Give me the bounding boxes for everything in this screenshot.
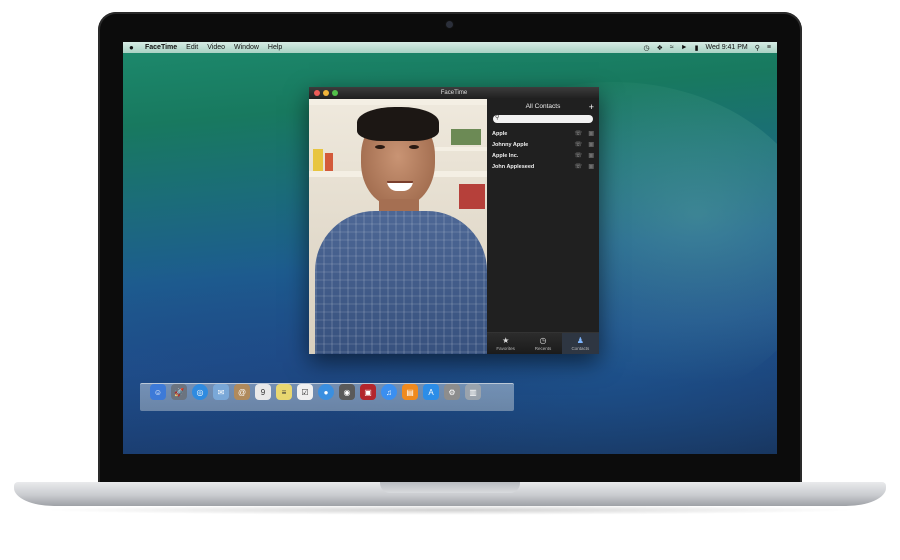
- app-store-icon[interactable]: A: [423, 384, 439, 400]
- phone-icon[interactable]: ☏: [574, 140, 582, 151]
- panel-title: All Contacts: [525, 103, 561, 110]
- status-area: ◷ ❖ ≈ ► ▮ Wed 9:41 PM ⚲ ≡: [643, 44, 777, 52]
- system-preferences-icon[interactable]: ⚙: [444, 384, 460, 400]
- menu-bar: ● FaceTime Edit Video Window Help ◷ ❖ ≈ …: [123, 42, 777, 53]
- contact-name: John Appleseed: [492, 164, 535, 170]
- menu-facetime[interactable]: FaceTime: [145, 42, 177, 53]
- contact-row[interactable]: Apple ☏ ▣: [487, 129, 599, 140]
- contact-row[interactable]: John Appleseed ☏ ▣: [487, 162, 599, 173]
- video-camera-icon[interactable]: ▣: [588, 140, 594, 151]
- contact-list: Apple ☏ ▣ Johnny Apple ☏ ▣ Apple Inc. ☏ …: [487, 129, 599, 173]
- search-input[interactable]: ⚲: [493, 115, 593, 123]
- clock-icon: ◷: [539, 336, 547, 345]
- video-camera-icon[interactable]: ▣: [588, 129, 594, 140]
- panel-header: All Contacts +: [487, 99, 599, 115]
- minimize-icon[interactable]: [323, 90, 329, 96]
- finder-icon[interactable]: ☺: [150, 384, 166, 400]
- menu-clock[interactable]: Wed 9:41 PM: [705, 44, 747, 51]
- tab-label: Favorites: [496, 346, 515, 351]
- contact-name: Apple Inc.: [492, 153, 519, 159]
- zoom-icon[interactable]: [332, 90, 338, 96]
- laptop-shadow: [40, 505, 860, 515]
- window-titlebar[interactable]: FaceTime: [309, 87, 599, 99]
- battery-icon[interactable]: ▮: [695, 44, 699, 52]
- menu-window[interactable]: Window: [234, 42, 259, 53]
- trash-icon[interactable]: ▥: [465, 384, 481, 400]
- video-camera-icon[interactable]: ▣: [588, 162, 594, 173]
- person-hair: [357, 107, 439, 141]
- spotlight-icon[interactable]: ⚲: [755, 44, 760, 52]
- reminders-icon[interactable]: ☑: [297, 384, 313, 400]
- tab-label: Contacts: [571, 346, 590, 351]
- dock-icons: ☺ 🚀 ◎ ✉ @9 ≡ ☑ ● ◉ ▣ ♫ ▤ A ⚙ ▥: [150, 384, 510, 404]
- person-icon: ♟: [576, 336, 584, 345]
- contacts-icon[interactable]: @: [234, 384, 250, 400]
- launchpad-icon[interactable]: 🚀: [171, 384, 187, 400]
- contact-row[interactable]: Apple Inc. ☏ ▣: [487, 151, 599, 162]
- menu-help[interactable]: Help: [268, 42, 282, 53]
- contacts-panel: All Contacts + ⚲ Apple ☏ ▣ Johnny Apple …: [487, 99, 599, 354]
- messages-icon[interactable]: ●: [318, 384, 334, 400]
- facetime-icon[interactable]: ◉: [339, 384, 355, 400]
- phone-icon[interactable]: ☏: [574, 129, 582, 140]
- mail-icon[interactable]: ✉: [213, 384, 229, 400]
- window-title: FaceTime: [440, 90, 468, 96]
- contact-name: Apple: [492, 131, 508, 137]
- photo-booth-icon[interactable]: ▣: [360, 384, 376, 400]
- tab-favorites[interactable]: ★ Favorites: [487, 333, 524, 354]
- wifi-icon[interactable]: ≈: [670, 44, 674, 51]
- star-icon: ★: [502, 336, 510, 345]
- close-icon[interactable]: [314, 90, 320, 96]
- time-machine-icon[interactable]: ◷: [643, 44, 649, 52]
- tab-bar: ★ Favorites ◷ Recents ♟ Contacts: [487, 332, 599, 354]
- facetime-window: FaceTime All Contacts + ⚲ Apple ☏ ▣ John…: [309, 87, 599, 354]
- tab-label: Recents: [534, 346, 552, 351]
- shelf: [429, 147, 487, 151]
- camera-icon: [446, 21, 453, 28]
- tab-recents[interactable]: ◷ Recents: [524, 333, 561, 354]
- video-camera-icon[interactable]: ▣: [588, 151, 594, 162]
- add-contact-icon[interactable]: +: [589, 99, 594, 115]
- menu-edit[interactable]: Edit: [186, 42, 198, 53]
- bluetooth-icon[interactable]: ❖: [657, 44, 663, 52]
- contact-row[interactable]: Johnny Apple ☏ ▣: [487, 140, 599, 151]
- book: [451, 129, 481, 145]
- phone-icon[interactable]: ☏: [574, 151, 582, 162]
- safari-icon[interactable]: ◎: [192, 384, 208, 400]
- camera-preview: [309, 99, 487, 354]
- itunes-icon[interactable]: ♫: [381, 384, 397, 400]
- book: [325, 153, 333, 171]
- phone-icon[interactable]: ☏: [574, 162, 582, 173]
- laptop-notch: [380, 482, 520, 493]
- eye: [375, 145, 385, 149]
- apple-menu-icon[interactable]: ●: [129, 43, 137, 52]
- shelf: [309, 99, 487, 105]
- book: [313, 149, 323, 171]
- notification-center-icon[interactable]: ≡: [767, 44, 771, 51]
- menu-video[interactable]: Video: [207, 42, 225, 53]
- ibooks-icon[interactable]: ▤: [402, 384, 418, 400]
- search-icon: ⚲: [495, 115, 500, 121]
- eye: [409, 145, 419, 149]
- person-shirt: [315, 211, 487, 354]
- book: [459, 184, 485, 209]
- calendar-icon[interactable]: 9: [255, 384, 271, 400]
- tab-contacts[interactable]: ♟ Contacts: [561, 333, 599, 354]
- contact-name: Johnny Apple: [492, 142, 529, 148]
- notes-icon[interactable]: ≡: [276, 384, 292, 400]
- volume-icon[interactable]: ►: [681, 44, 688, 51]
